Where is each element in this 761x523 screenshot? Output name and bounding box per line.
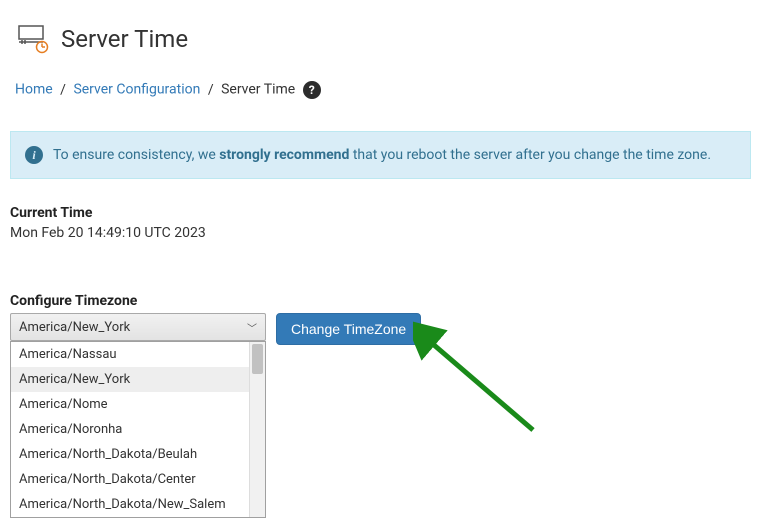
info-alert: i To ensure consistency, we strongly rec… bbox=[10, 131, 751, 179]
current-time-section: Current Time Mon Feb 20 14:49:10 UTC 202… bbox=[0, 199, 761, 247]
timezone-option[interactable]: America/North_Dakota/Center bbox=[11, 467, 265, 492]
timezone-selected-value: America/New_York bbox=[19, 320, 130, 335]
current-time-value: Mon Feb 20 14:49:10 UTC 2023 bbox=[10, 225, 751, 241]
server-time-icon bbox=[15, 20, 49, 58]
timezone-option[interactable]: America/Noronha bbox=[11, 417, 265, 442]
info-icon: i bbox=[25, 146, 43, 164]
info-prefix: To ensure consistency, we bbox=[53, 147, 219, 163]
configure-label: Configure Timezone bbox=[10, 293, 751, 309]
timezone-option[interactable]: America/Nassau bbox=[11, 342, 265, 367]
timezone-option[interactable]: America/New_York bbox=[11, 367, 265, 392]
breadcrumb-separator: / bbox=[60, 82, 66, 98]
breadcrumb-current: Server Time bbox=[221, 82, 295, 98]
breadcrumb-separator: / bbox=[208, 82, 214, 98]
help-icon[interactable]: ? bbox=[303, 81, 321, 99]
scrollbar[interactable] bbox=[249, 342, 265, 517]
info-emphasis: strongly recommend bbox=[219, 147, 349, 163]
timezone-select-wrap: America/New_York ﹀ America/Nassau Americ… bbox=[10, 313, 266, 341]
timezone-select[interactable]: America/New_York ﹀ bbox=[10, 313, 266, 341]
info-text: To ensure consistency, we strongly recom… bbox=[53, 147, 711, 163]
current-time-label: Current Time bbox=[10, 205, 751, 221]
chevron-down-icon: ﹀ bbox=[247, 320, 257, 335]
scrollbar-thumb[interactable] bbox=[252, 344, 263, 374]
timezone-option[interactable]: America/North_Dakota/Beulah bbox=[11, 442, 265, 467]
breadcrumb-home[interactable]: Home bbox=[15, 82, 53, 98]
breadcrumb-server-config[interactable]: Server Configuration bbox=[73, 82, 200, 98]
configure-section: Configure Timezone America/New_York ﹀ Am… bbox=[0, 287, 761, 351]
breadcrumb: Home / Server Configuration / Server Tim… bbox=[0, 73, 761, 107]
timezone-dropdown: America/Nassau America/New_York America/… bbox=[10, 341, 266, 518]
timezone-option[interactable]: America/Nome bbox=[11, 392, 265, 417]
change-timezone-button[interactable]: Change TimeZone bbox=[276, 313, 421, 345]
page-header: Server Time bbox=[0, 0, 761, 73]
info-suffix: that you reboot the server after you cha… bbox=[349, 147, 711, 163]
page-title: Server Time bbox=[61, 25, 188, 53]
timezone-option[interactable]: America/North_Dakota/New_Salem bbox=[11, 492, 265, 517]
